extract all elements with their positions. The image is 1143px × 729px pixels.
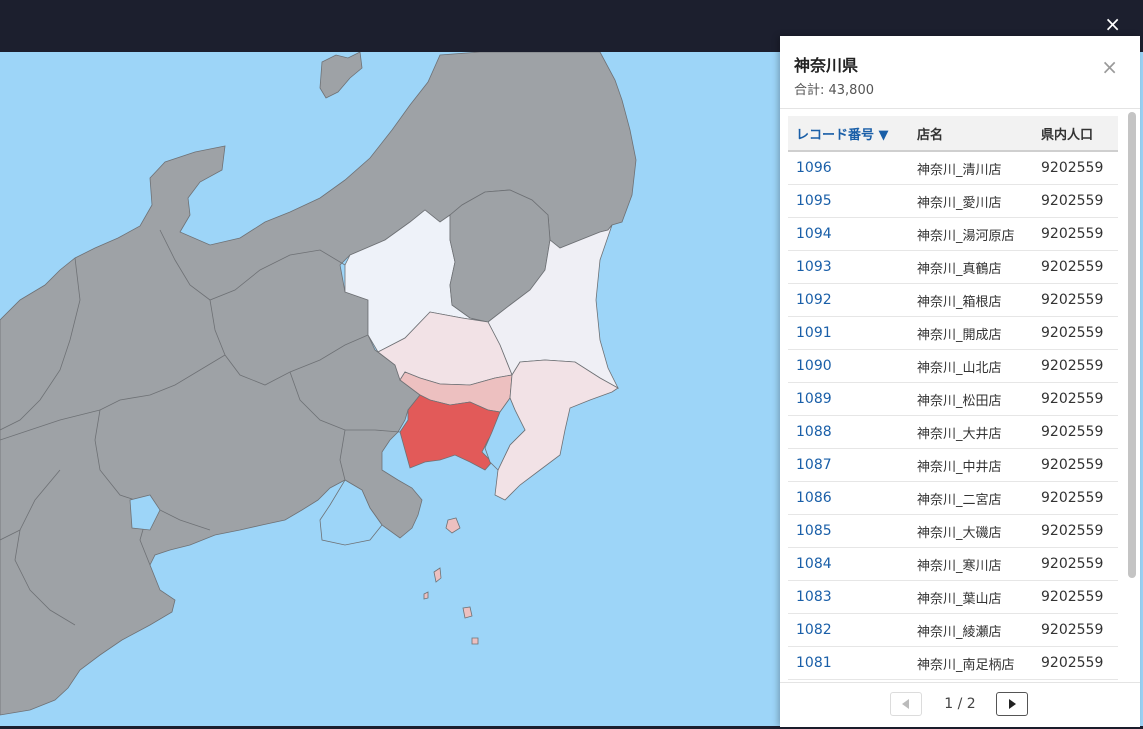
population-cell: 9202559 [1033, 481, 1118, 515]
table-row[interactable]: 1087 神奈川_中井店 9202559 [788, 448, 1118, 482]
table-row[interactable]: 1084 神奈川_寒川店 9202559 [788, 547, 1118, 581]
panel-header: 神奈川県 合計: 43,800 × [780, 36, 1140, 109]
table-row[interactable]: 1092 神奈川_箱根店 9202559 [788, 283, 1118, 317]
prev-page-button[interactable] [890, 692, 922, 716]
store-name-cell: 神奈川_清川店 [909, 151, 1033, 185]
table-row[interactable]: 1088 神奈川_大井店 9202559 [788, 415, 1118, 449]
population-cell: 9202559 [1033, 448, 1118, 482]
population-cell: 9202559 [1033, 547, 1118, 581]
panel-close-icon[interactable]: × [1101, 56, 1118, 78]
population-cell: 9202559 [1033, 613, 1118, 647]
record-number-cell[interactable]: 1087 [788, 448, 909, 482]
store-name-cell: 神奈川_綾瀬店 [909, 613, 1033, 647]
population-cell: 9202559 [1033, 349, 1118, 383]
store-name-cell: 神奈川_松田店 [909, 382, 1033, 416]
chevron-right-icon [1009, 699, 1016, 709]
table-row[interactable]: 1091 神奈川_開成店 9202559 [788, 316, 1118, 350]
close-icon[interactable]: × [1104, 12, 1121, 36]
panel-title: 神奈川県 [794, 56, 859, 75]
record-number-cell[interactable]: 1094 [788, 217, 909, 251]
page-indicator: 1 / 2 [944, 696, 976, 712]
table-header-row: レコード番号 ▼ 店名 県内人口 [788, 116, 1118, 152]
records-table-area: レコード番号 ▼ 店名 県内人口 1096 神奈川_清川店 9202559 1095 神… [788, 116, 1118, 682]
store-name-cell: 神奈川_南足柄店 [909, 646, 1033, 680]
store-name-cell: 神奈川_湯河原店 [909, 217, 1033, 251]
table-row[interactable]: 1086 神奈川_二宮店 9202559 [788, 481, 1118, 515]
panel-sum: 合計: 43,800 [794, 83, 874, 98]
record-number-cell[interactable]: 1089 [788, 382, 909, 416]
table-row[interactable]: 1094 神奈川_湯河原店 9202559 [788, 217, 1118, 251]
col-record-number[interactable]: レコード番号 ▼ [788, 116, 909, 152]
store-name-cell: 神奈川_箱根店 [909, 283, 1033, 317]
population-cell: 9202559 [1033, 217, 1118, 251]
chevron-left-icon [902, 699, 909, 709]
table-scrollbar[interactable] [1128, 112, 1136, 578]
record-number-cell[interactable]: 1084 [788, 547, 909, 581]
record-number-cell[interactable]: 1090 [788, 349, 909, 383]
record-number-cell[interactable]: 1091 [788, 316, 909, 350]
table-row[interactable]: 1096 神奈川_清川店 9202559 [788, 151, 1118, 185]
store-name-cell: 神奈川_寒川店 [909, 547, 1033, 581]
table-row[interactable]: 1082 神奈川_綾瀬店 9202559 [788, 613, 1118, 647]
table-row[interactable]: 1095 神奈川_愛川店 9202559 [788, 184, 1118, 218]
island-izu-4[interactable] [471, 637, 479, 645]
table-row[interactable]: 1093 神奈川_真鶴店 9202559 [788, 250, 1118, 284]
population-cell: 9202559 [1033, 283, 1118, 317]
store-name-cell: 神奈川_山北店 [909, 349, 1033, 383]
island-izu-3[interactable] [462, 606, 473, 619]
col-store-name[interactable]: 店名 [909, 116, 1033, 152]
table-row[interactable]: 1081 神奈川_南足柄店 9202559 [788, 646, 1118, 680]
record-number-cell[interactable]: 1095 [788, 184, 909, 218]
col-prefecture-population[interactable]: 県内人口 [1033, 116, 1118, 152]
table-row[interactable]: 1090 神奈川_山北店 9202559 [788, 349, 1118, 383]
records-table: レコード番号 ▼ 店名 県内人口 1096 神奈川_清川店 9202559 1095 神… [788, 116, 1118, 682]
population-cell: 9202559 [1033, 316, 1118, 350]
population-cell: 9202559 [1033, 415, 1118, 449]
store-name-cell: 神奈川_開成店 [909, 316, 1033, 350]
record-number-cell[interactable]: 1085 [788, 514, 909, 548]
record-number-cell[interactable]: 1081 [788, 646, 909, 680]
store-name-cell: 神奈川_中井店 [909, 448, 1033, 482]
pager: 1 / 2 [780, 682, 1140, 727]
population-cell: 9202559 [1033, 646, 1118, 680]
record-number-cell[interactable]: 1083 [788, 580, 909, 614]
next-page-button[interactable] [996, 692, 1028, 716]
table-row[interactable]: 1089 神奈川_松田店 9202559 [788, 382, 1118, 416]
record-number-cell[interactable]: 1096 [788, 151, 909, 185]
record-number-cell[interactable]: 1088 [788, 415, 909, 449]
table-row[interactable]: 1083 神奈川_葉山店 9202559 [788, 580, 1118, 614]
population-cell: 9202559 [1033, 250, 1118, 284]
store-name-cell: 神奈川_二宮店 [909, 481, 1033, 515]
table-row[interactable]: 1085 神奈川_大磯店 9202559 [788, 514, 1118, 548]
store-name-cell: 神奈川_愛川店 [909, 184, 1033, 218]
record-number-cell[interactable]: 1093 [788, 250, 909, 284]
store-name-cell: 神奈川_大井店 [909, 415, 1033, 449]
store-name-cell: 神奈川_大磯店 [909, 514, 1033, 548]
record-number-cell[interactable]: 1082 [788, 613, 909, 647]
population-cell: 9202559 [1033, 382, 1118, 416]
population-cell: 9202559 [1033, 184, 1118, 218]
store-name-cell: 神奈川_葉山店 [909, 580, 1033, 614]
detail-panel: 神奈川県 合計: 43,800 × レコード番号 ▼ 店名 県内人口 1096 神… [780, 36, 1140, 727]
population-cell: 9202559 [1033, 151, 1118, 185]
population-cell: 9202559 [1033, 514, 1118, 548]
population-cell: 9202559 [1033, 580, 1118, 614]
record-number-cell[interactable]: 1092 [788, 283, 909, 317]
store-name-cell: 神奈川_真鶴店 [909, 250, 1033, 284]
record-number-cell[interactable]: 1086 [788, 481, 909, 515]
